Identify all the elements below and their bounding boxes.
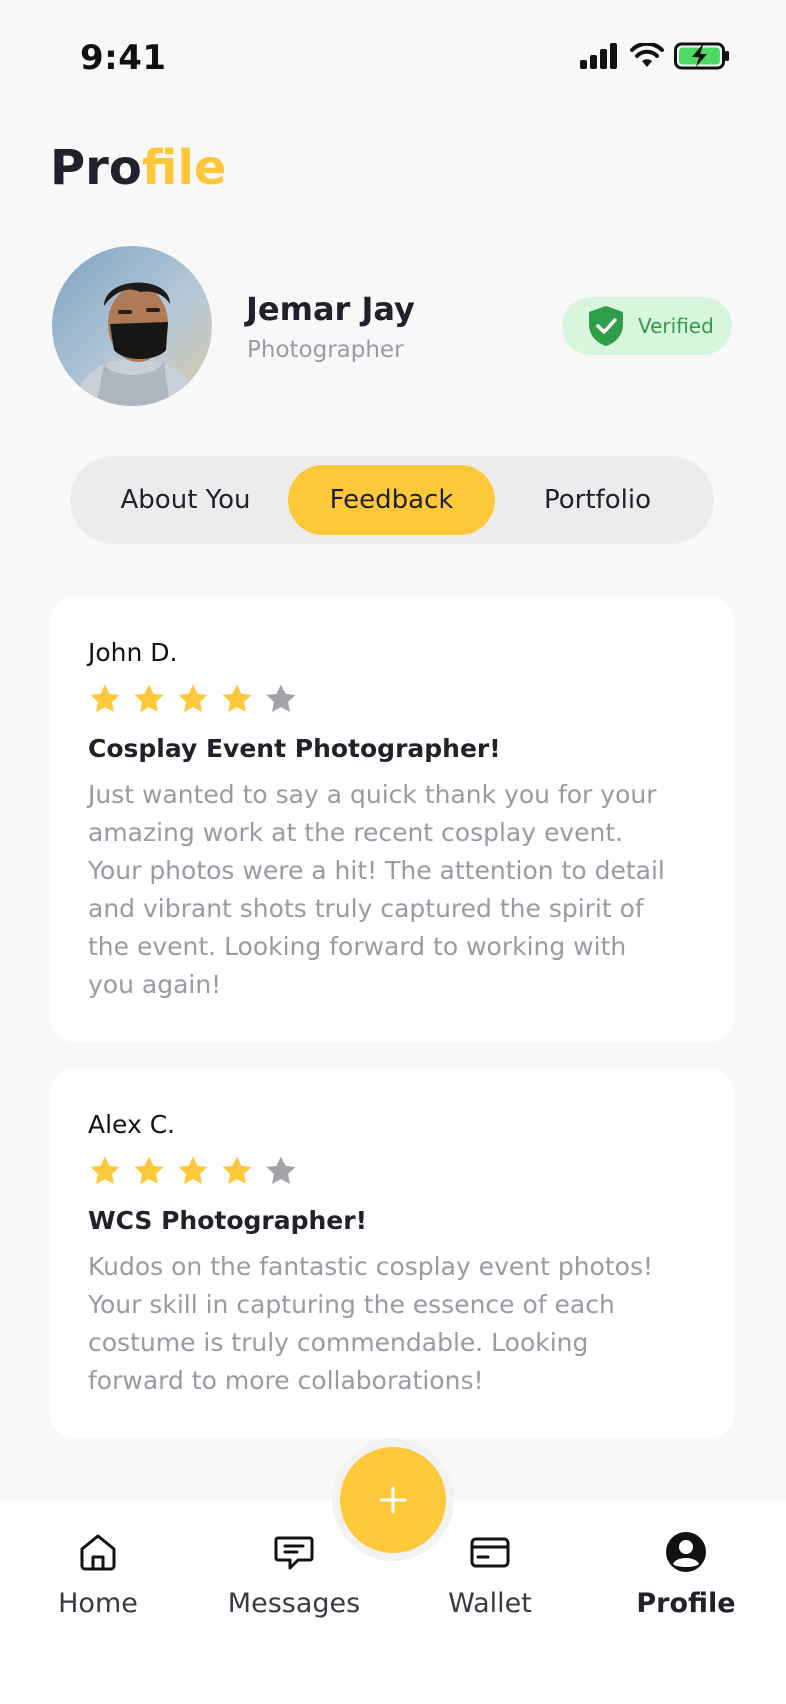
star-empty-icon (266, 684, 296, 713)
home-icon (80, 1534, 116, 1571)
wifi-icon (630, 43, 664, 67)
star-filled-icon (134, 1156, 164, 1185)
tab-portfolio[interactable]: Portfolio (494, 465, 701, 535)
star-filled-icon (134, 684, 164, 713)
nav-messages-label: Messages (227, 1588, 361, 1619)
star-filled-icon (222, 684, 252, 713)
wallet-icon (470, 1537, 510, 1568)
nav-wallet[interactable]: Wallet (400, 1530, 580, 1619)
star-filled-icon (178, 684, 208, 713)
review-body: Kudos on the fantastic cosplay event pho… (88, 1248, 698, 1400)
nav-home[interactable]: Home (8, 1530, 188, 1619)
star-filled-icon (222, 1156, 252, 1185)
review-line: the event. Looking forward to working wi… (88, 932, 627, 961)
review-line: costume is truly commendable. Looking (88, 1328, 589, 1357)
review-card: John D. Cosplay Event Photographer! Just… (50, 596, 734, 1042)
star-filled-icon (178, 1156, 208, 1185)
review-title: Cosplay Event Photographer! (88, 734, 501, 763)
review-author: Alex C. (88, 1110, 176, 1139)
tab-about-you[interactable]: About You (82, 465, 289, 535)
review-card: Alex C. WCS Photographer! Kudos on the f… (50, 1068, 734, 1438)
battery-charging-icon (674, 42, 729, 70)
nav-home-label: Home (58, 1588, 138, 1619)
review-line: forward to more collaborations! (88, 1366, 484, 1395)
status-time: 9:41 (80, 38, 167, 78)
page-title-part1: Pro (50, 140, 142, 196)
user-role: Photographer (247, 337, 404, 363)
review-author: John D. (88, 638, 178, 667)
review-body: Just wanted to say a quick thank you for… (88, 776, 698, 1004)
verified-badge: Verified (562, 297, 732, 355)
message-icon (274, 1536, 314, 1570)
nav-profile-label: Profile (636, 1588, 736, 1619)
user-circle-icon (666, 1532, 706, 1572)
review-line: amazing work at the recent cosplay event… (88, 818, 624, 847)
signal-icon (580, 43, 617, 69)
review-line: Kudos on the fantastic cosplay event pho… (88, 1252, 653, 1281)
page-title: Profile (50, 140, 226, 196)
star-rating (88, 1154, 298, 1188)
verified-label: Verified (638, 314, 714, 338)
add-button[interactable] (340, 1447, 446, 1553)
nav-messages[interactable]: Messages (204, 1530, 384, 1619)
star-empty-icon (266, 1156, 296, 1185)
review-line: Your skill in capturing the essence of e… (88, 1290, 615, 1319)
user-name: Jemar Jay (246, 290, 415, 328)
page-title-part2: file (141, 140, 227, 196)
star-filled-icon (90, 684, 120, 713)
review-line: you again! (88, 970, 222, 999)
avatar[interactable] (52, 246, 212, 406)
review-line: Just wanted to say a quick thank you for… (88, 780, 657, 809)
tab-feedback[interactable]: Feedback (288, 465, 495, 535)
nav-wallet-label: Wallet (448, 1588, 532, 1619)
plus-icon (379, 1486, 407, 1514)
review-line: and vibrant shots truly captured the spi… (88, 894, 644, 923)
shield-check-icon (589, 306, 623, 346)
segmented-tabs: About You Feedback Portfolio (70, 456, 714, 544)
status-bar: 9:41 (0, 0, 786, 120)
review-line: Your photos were a hit! The attention to… (88, 856, 665, 885)
star-rating (88, 682, 298, 716)
review-title: WCS Photographer! (88, 1206, 367, 1235)
star-filled-icon (90, 1156, 120, 1185)
status-icons (580, 42, 730, 70)
nav-profile[interactable]: Profile (596, 1530, 776, 1619)
